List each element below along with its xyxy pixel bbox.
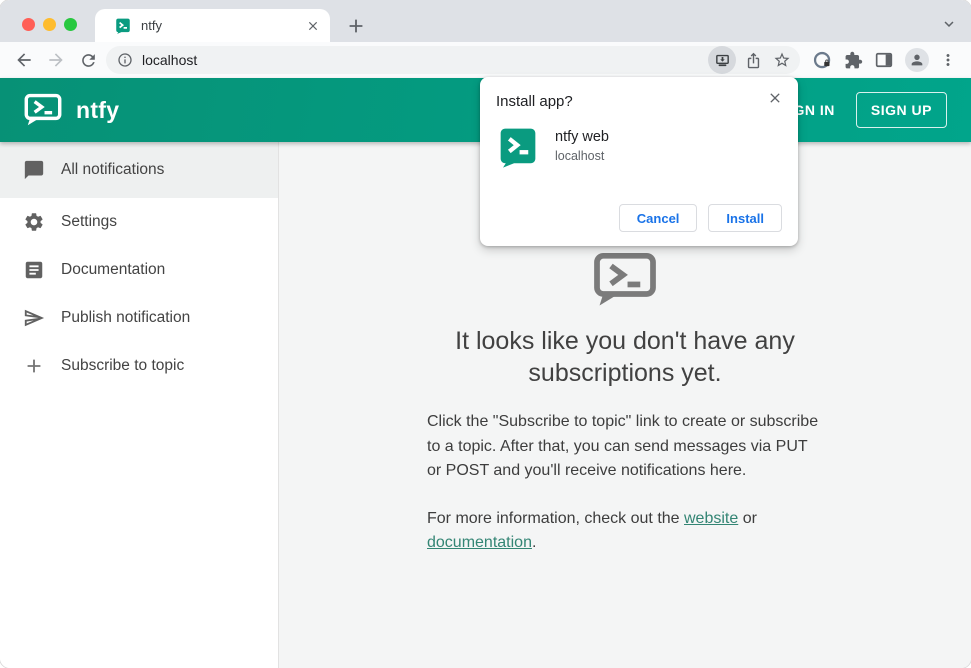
gear-icon xyxy=(23,211,45,233)
back-button[interactable] xyxy=(12,48,36,72)
cancel-button[interactable]: Cancel xyxy=(618,204,698,232)
website-link[interactable]: website xyxy=(684,510,738,527)
dialog-close-icon[interactable] xyxy=(765,88,785,108)
sidebar-item-all-notifications[interactable]: All notifications xyxy=(0,142,278,198)
bookmark-star-icon[interactable] xyxy=(770,48,794,72)
ntfy-empty-state-logo-icon xyxy=(593,252,657,308)
install-app-omnibox-icon[interactable] xyxy=(708,46,736,74)
send-icon xyxy=(23,307,45,329)
sidebar-item-label: Publish notification xyxy=(61,309,191,326)
more-info-text: or xyxy=(738,509,757,527)
window-minimize-button[interactable] xyxy=(43,18,56,31)
install-button[interactable]: Install xyxy=(708,204,782,232)
plus-icon xyxy=(23,355,45,377)
tab-search-chevron-icon[interactable] xyxy=(940,15,958,33)
install-app-dialog: Install app? ntfy web localhost Cancel I… xyxy=(480,77,798,246)
browser-window: ntfy localhost ntfy SIGN IN SIGN UP All … xyxy=(0,0,971,668)
sidebar-item-label: Documentation xyxy=(61,261,166,278)
sidebar: All notifications Settings Documentation… xyxy=(0,142,279,668)
privacy-extension-icon[interactable] xyxy=(810,48,834,72)
empty-state-heading: It looks like you don't have any subscri… xyxy=(455,327,795,387)
macos-traffic-lights xyxy=(22,18,77,31)
forward-button[interactable] xyxy=(44,48,68,72)
tab-close-icon[interactable] xyxy=(306,19,320,33)
dialog-title: Install app? xyxy=(496,93,573,110)
dialog-app-origin: localhost xyxy=(555,149,605,163)
ntfy-favicon-icon xyxy=(115,18,131,34)
share-icon[interactable] xyxy=(741,48,765,72)
sidebar-item-label: All notifications xyxy=(61,161,165,178)
window-close-button[interactable] xyxy=(22,18,35,31)
reload-button[interactable] xyxy=(76,48,100,72)
tab-title: ntfy xyxy=(141,18,162,33)
documentation-link[interactable]: documentation xyxy=(427,534,532,551)
ntfy-app-icon xyxy=(499,127,537,168)
address-bar[interactable]: localhost xyxy=(106,46,800,74)
side-panel-icon[interactable] xyxy=(872,48,896,72)
browser-tab-ntfy[interactable]: ntfy xyxy=(95,9,330,42)
more-info-paragraph: For more information, check out the webs… xyxy=(427,507,823,556)
more-info-text: . xyxy=(531,534,537,551)
sidebar-item-label: Subscribe to topic xyxy=(61,357,185,374)
sidebar-item-subscribe-to-topic[interactable]: Subscribe to topic xyxy=(0,342,278,390)
extensions-puzzle-icon[interactable] xyxy=(841,48,865,72)
sign-up-button[interactable]: SIGN UP xyxy=(855,92,947,128)
brand-title: ntfy xyxy=(76,96,120,123)
sidebar-item-label: Settings xyxy=(61,213,118,230)
window-zoom-button[interactable] xyxy=(64,18,77,31)
chat-icon xyxy=(23,159,45,181)
sidebar-item-documentation[interactable]: Documentation xyxy=(0,246,278,294)
sidebar-item-publish-notification[interactable]: Publish notification xyxy=(0,294,278,342)
profile-avatar[interactable] xyxy=(905,48,929,72)
tab-strip: ntfy xyxy=(0,0,971,42)
address-text: localhost xyxy=(142,52,198,68)
empty-state-paragraph: Click the "Subscribe to topic" link to c… xyxy=(427,413,819,479)
browser-menu-icon[interactable] xyxy=(936,48,960,72)
more-info-text: For more information, check out the xyxy=(427,509,684,527)
dialog-app-name: ntfy web xyxy=(555,129,609,145)
sidebar-item-settings[interactable]: Settings xyxy=(0,198,278,246)
site-info-icon[interactable] xyxy=(117,52,133,68)
article-icon xyxy=(23,259,45,281)
ntfy-logo-icon xyxy=(24,93,62,127)
new-tab-button[interactable] xyxy=(343,13,369,39)
